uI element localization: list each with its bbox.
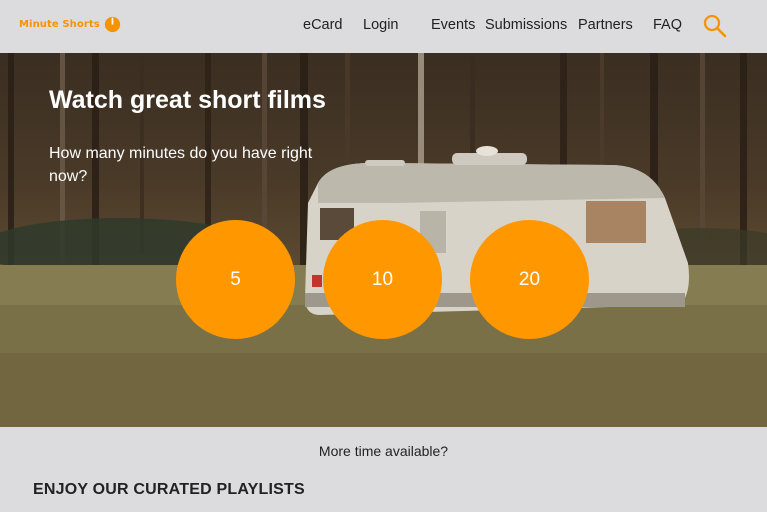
minutes-5-button[interactable]: 5 <box>176 220 295 339</box>
hero-subtitle: How many minutes do you have right now? <box>49 145 313 185</box>
hero-title: Watch great short films <box>49 86 326 114</box>
logo-text: Minute Shorts <box>19 19 100 30</box>
playlists-section-title: ENJOY OUR CURATED PLAYLISTS <box>33 481 305 498</box>
nav-partners[interactable]: Partners <box>578 17 633 33</box>
logo[interactable]: Minute Shorts <box>19 16 121 33</box>
nav-login[interactable]: Login <box>363 17 398 33</box>
nav-events[interactable]: Events <box>431 17 475 33</box>
clock-logo-icon <box>104 16 120 33</box>
nav-ecard[interactable]: eCard <box>303 17 343 33</box>
hero-banner: Watch great short films How many minutes… <box>0 53 767 427</box>
nav-submissions[interactable]: Submissions <box>485 17 567 33</box>
more-time-link[interactable]: More time available? <box>0 443 767 459</box>
top-navigation-bar: Minute Shorts eCard Login Events Submiss… <box>0 0 767 53</box>
search-icon[interactable] <box>703 14 727 38</box>
minutes-20-button[interactable]: 20 <box>470 220 589 339</box>
minutes-10-button[interactable]: 10 <box>323 220 442 339</box>
nav-faq[interactable]: FAQ <box>653 17 682 33</box>
